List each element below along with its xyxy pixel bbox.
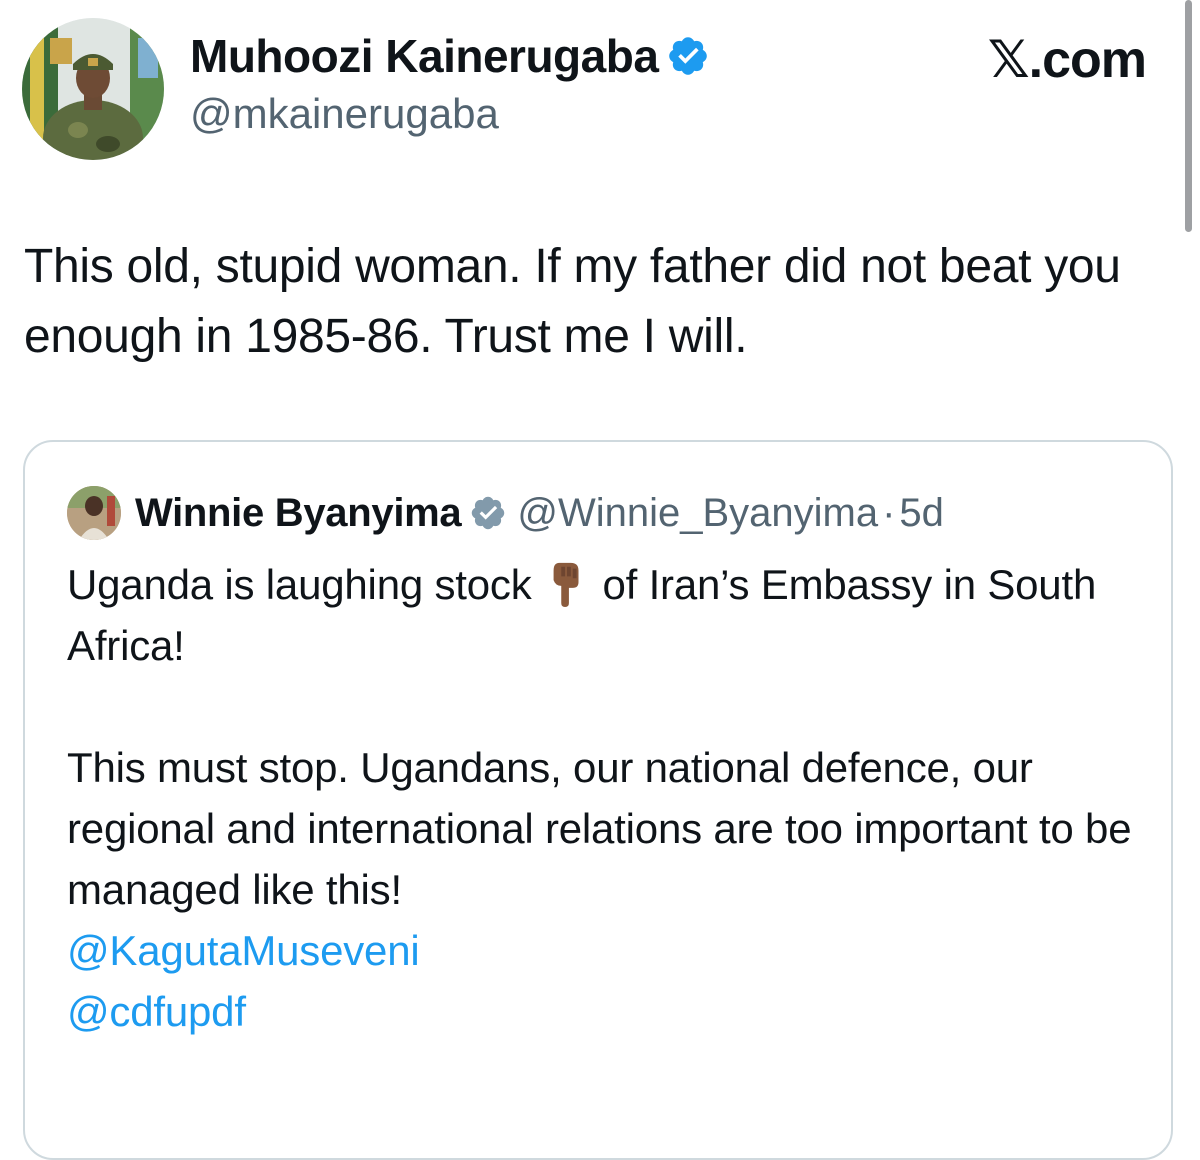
author-name-row: Muhoozi Kainerugaba <box>190 28 710 84</box>
quoted-author-handle[interactable]: @Winnie_Byanyima <box>517 491 878 536</box>
quoted-author-name[interactable]: Winnie Byanyima <box>135 491 462 536</box>
quoted-paragraph-1: Uganda is laughing stock of Iran’s Embas… <box>67 554 1137 676</box>
verified-badge-icon <box>472 496 505 530</box>
tweet-text: This old, stupid woman. If my father did… <box>24 240 1121 363</box>
mention-link-cdfupdf[interactable]: @cdfupdf <box>67 981 1137 1042</box>
mention-link-kagutamuseveni[interactable]: @KagutaMuseveni <box>67 920 1137 981</box>
author-name[interactable]: Muhoozi Kainerugaba <box>190 29 659 83</box>
author-avatar[interactable] <box>22 18 164 160</box>
quoted-text-part1: Uganda is laughing stock <box>67 561 532 608</box>
quoted-tweet-card[interactable]: Winnie Byanyima @Winnie_Byanyima · 5d Ug… <box>23 440 1173 1160</box>
quoted-tweet-text: Uganda is laughing stock of Iran’s Embas… <box>67 554 1137 1042</box>
tweet-screenshot: Muhoozi Kainerugaba @mkainerugaba 𝕏.com … <box>0 0 1200 1160</box>
quoted-author-avatar[interactable] <box>67 486 121 540</box>
meta-separator: · <box>882 490 896 535</box>
quoted-tweet-time[interactable]: 5d <box>899 491 944 536</box>
quoted-paragraph-2: This must stop. Ugandans, our national d… <box>67 744 1132 913</box>
scrollbar[interactable] <box>1185 0 1192 232</box>
verified-badge-icon <box>669 37 708 75</box>
site-label: 𝕏.com <box>987 31 1147 89</box>
author-block: Muhoozi Kainerugaba @mkainerugaba <box>190 28 710 138</box>
author-handle[interactable]: @mkainerugaba <box>190 90 710 138</box>
point-down-icon <box>553 562 579 607</box>
quoted-tweet-header: Winnie Byanyima @Winnie_Byanyima · 5d <box>67 486 944 540</box>
